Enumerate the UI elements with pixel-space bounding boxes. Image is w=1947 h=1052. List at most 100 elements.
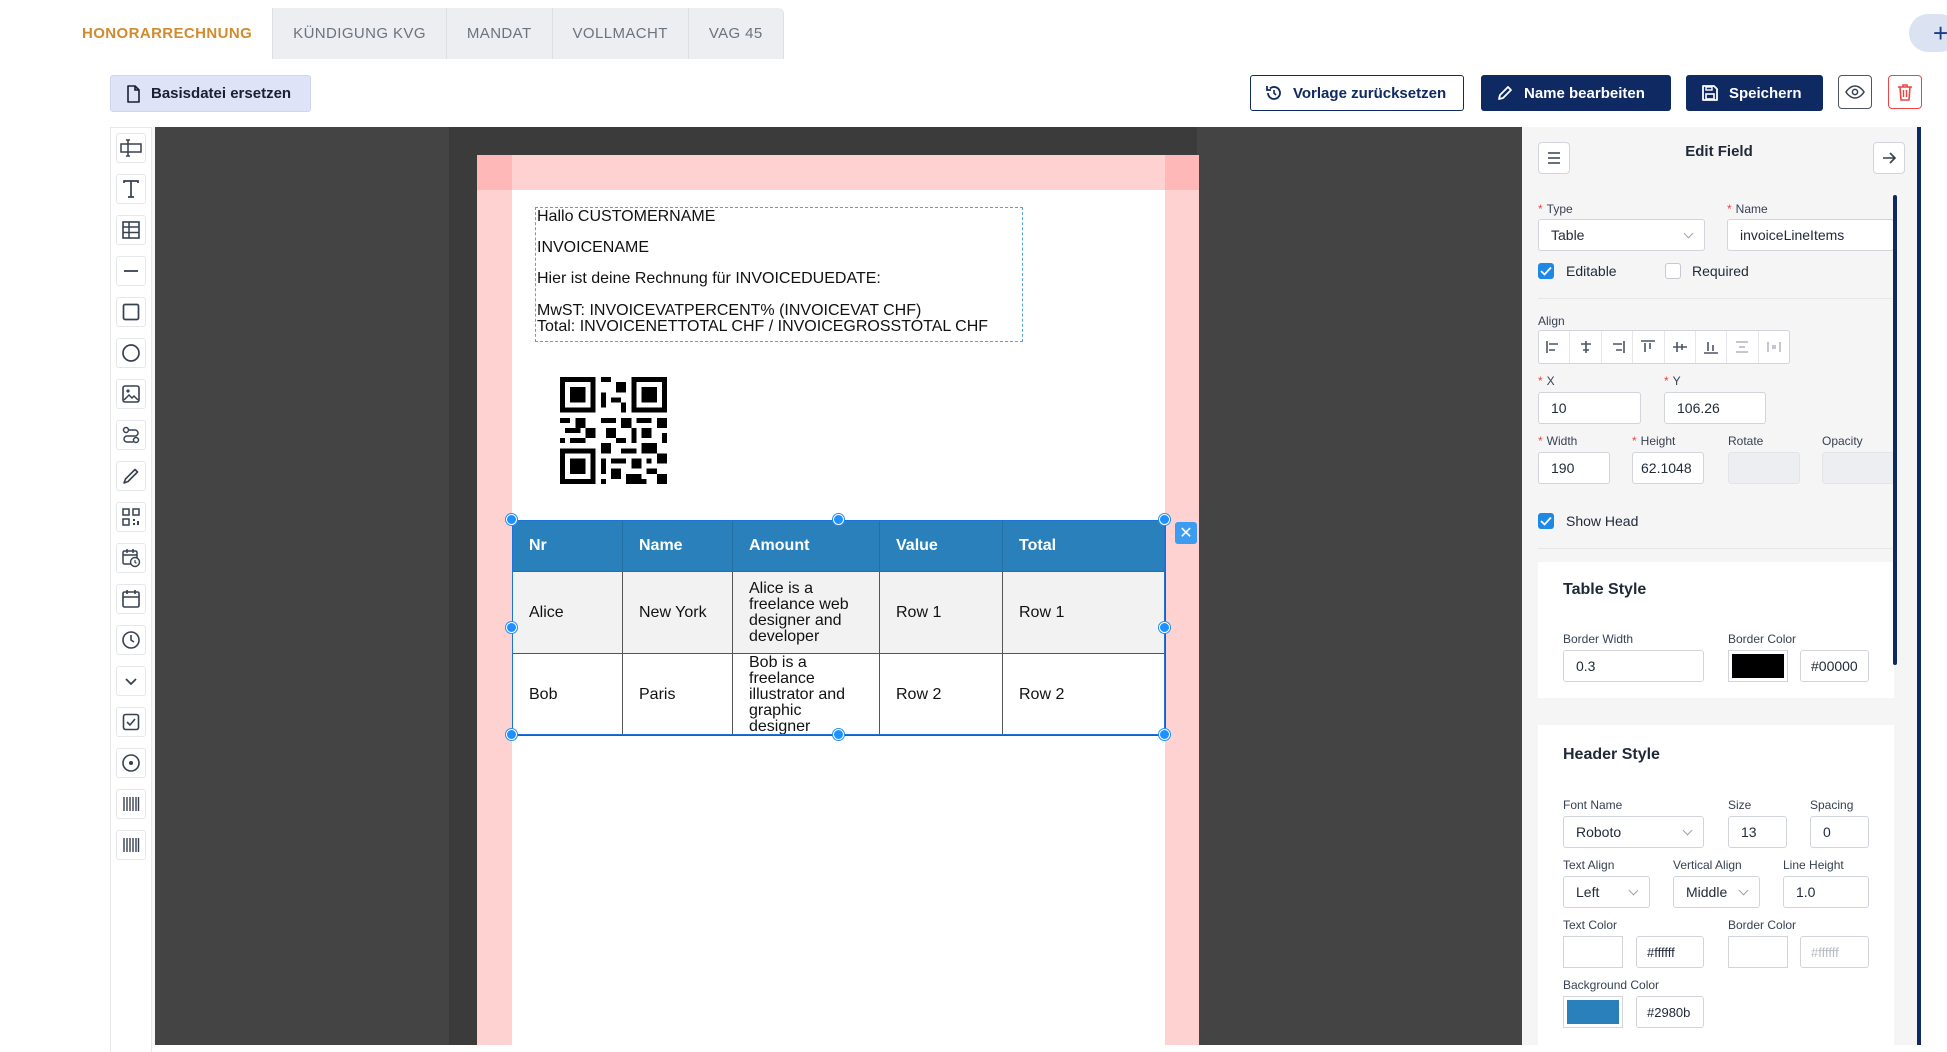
date-time-tool[interactable] — [116, 543, 146, 573]
tab-kuendigung-kvg[interactable]: KÜNDIGUNG KVG — [273, 8, 447, 59]
align-top-icon — [1641, 340, 1656, 352]
color-fill — [1567, 1000, 1619, 1024]
collapse-panel-button[interactable] — [1873, 142, 1905, 174]
background-color-swatch[interactable] — [1563, 996, 1623, 1028]
replace-base-file-label: Basisdatei ersetzen — [151, 85, 292, 102]
header-border-color-input[interactable]: #ffffff — [1800, 936, 1869, 968]
text-field-intro[interactable]: Hallo CUSTOMERNAME INVOICENAME Hier ist … — [535, 207, 1023, 342]
divider — [1538, 548, 1894, 549]
height-input[interactable]: 62.1048 — [1632, 452, 1704, 484]
resize-handle[interactable] — [1159, 514, 1170, 525]
editable-checkbox[interactable] — [1538, 263, 1554, 279]
border-width-label: Border Width — [1563, 632, 1634, 646]
ellipse-tool[interactable] — [116, 338, 146, 368]
plus-icon: + — [1933, 17, 1947, 48]
panel-title: Edit Field — [1685, 143, 1753, 160]
tab-honorarrechnung[interactable]: HONORARRECHNUNG — [62, 8, 274, 59]
vertical-align-select[interactable]: Middle — [1673, 876, 1760, 908]
resize-handle[interactable] — [506, 514, 517, 525]
rotate-input[interactable] — [1728, 452, 1800, 484]
height-label: * Height — [1632, 434, 1676, 448]
required-checkbox[interactable] — [1665, 263, 1681, 279]
align-right-button[interactable] — [1602, 331, 1634, 363]
background-color-input[interactable]: #2980b — [1636, 996, 1704, 1028]
edit-name-button[interactable]: Name bearbeiten — [1481, 75, 1671, 111]
font-name-select[interactable]: Roboto — [1563, 816, 1704, 848]
panel-scrollbar[interactable] — [1893, 195, 1897, 665]
date-tool[interactable] — [116, 584, 146, 614]
opacity-input[interactable] — [1822, 452, 1894, 484]
barcode-tool[interactable] — [116, 789, 146, 819]
resize-handle[interactable] — [506, 729, 517, 740]
align-center-h-button[interactable] — [1570, 331, 1602, 363]
add-template-button[interactable]: + — [1909, 14, 1947, 52]
signature-tool[interactable] — [116, 461, 146, 491]
line-tool[interactable] — [116, 256, 146, 286]
type-label: * Type — [1538, 202, 1573, 216]
svg-tool[interactable] — [116, 420, 146, 450]
border-color-input[interactable]: #00000 — [1800, 650, 1869, 682]
resize-handle[interactable] — [833, 514, 844, 525]
line-height-input[interactable]: 1.0 — [1783, 876, 1869, 908]
resize-handle[interactable] — [1159, 729, 1170, 740]
y-input[interactable]: 106.26 — [1664, 392, 1766, 424]
border-width-input[interactable]: 0.3 — [1563, 650, 1704, 682]
distribute-v-button[interactable] — [1727, 331, 1759, 363]
page-padding-corner — [1165, 155, 1199, 190]
distribute-h-button[interactable] — [1759, 331, 1789, 363]
save-button[interactable]: Speichern — [1686, 75, 1823, 111]
tab-vag-45[interactable]: VAG 45 — [688, 8, 784, 59]
barcode-alt-tool[interactable] — [116, 830, 146, 860]
border-color-swatch[interactable] — [1728, 650, 1788, 682]
replace-base-file-button[interactable]: Basisdatei ersetzen — [110, 75, 311, 112]
x-input[interactable]: 10 — [1538, 392, 1641, 424]
type-select[interactable]: Table — [1538, 219, 1705, 251]
checkbox-tool[interactable] — [116, 707, 146, 737]
resize-handle[interactable] — [833, 729, 844, 740]
align-right-icon — [1612, 341, 1625, 353]
align-top-button[interactable] — [1633, 331, 1665, 363]
align-middle-icon — [1672, 342, 1687, 352]
deselect-button[interactable]: ✕ — [1175, 522, 1197, 544]
size-input[interactable]: 13 — [1728, 816, 1787, 848]
reset-template-button[interactable]: Vorlage zurücksetzen — [1250, 75, 1464, 111]
resize-handle[interactable] — [506, 622, 517, 633]
select-tool[interactable] — [116, 666, 146, 696]
arrow-right-icon — [1883, 152, 1897, 164]
text-field-tool[interactable] — [116, 133, 146, 163]
rectangle-icon — [122, 303, 140, 321]
table-style-title: Table Style — [1563, 581, 1647, 598]
text-color-swatch[interactable] — [1563, 936, 1623, 968]
header-border-color-swatch[interactable] — [1728, 936, 1788, 968]
qrcode-tool[interactable] — [116, 502, 146, 532]
color-fill — [1732, 654, 1784, 678]
width-input[interactable]: 190 — [1538, 452, 1610, 484]
time-tool[interactable] — [116, 625, 146, 655]
qr-code[interactable] — [560, 377, 667, 484]
show-head-checkbox[interactable] — [1538, 513, 1554, 529]
resize-handle[interactable] — [1159, 622, 1170, 633]
rectangle-tool[interactable] — [116, 297, 146, 327]
table-tool[interactable] — [116, 215, 146, 245]
reset-template-label: Vorlage zurücksetzen — [1293, 84, 1447, 102]
due-date-text: Hier ist deine Rechnung für INVOICEDUEDA… — [537, 270, 881, 287]
border-color-label: Border Color — [1728, 632, 1797, 646]
tab-vollmacht[interactable]: VOLLMACHT — [552, 8, 689, 59]
align-bottom-button[interactable] — [1696, 331, 1728, 363]
tab-mandat[interactable]: MANDAT — [446, 8, 553, 59]
page-padding-corner — [477, 155, 512, 190]
text-color-input[interactable]: #ffffff — [1636, 936, 1704, 968]
image-tool[interactable] — [116, 379, 146, 409]
align-middle-button[interactable] — [1665, 331, 1696, 363]
align-left-button[interactable] — [1539, 331, 1571, 363]
spacing-input[interactable]: 0 — [1810, 816, 1869, 848]
barcode-alt-icon — [123, 838, 140, 852]
preview-button[interactable] — [1838, 75, 1872, 109]
radio-tool[interactable] — [116, 748, 146, 778]
text-tool[interactable] — [116, 174, 146, 204]
name-input[interactable]: invoiceLineItems — [1727, 219, 1894, 251]
delete-template-button[interactable] — [1888, 75, 1922, 109]
text-align-select[interactable]: Left — [1563, 876, 1650, 908]
check-icon — [1540, 516, 1552, 526]
page-padding-left — [477, 155, 512, 1045]
